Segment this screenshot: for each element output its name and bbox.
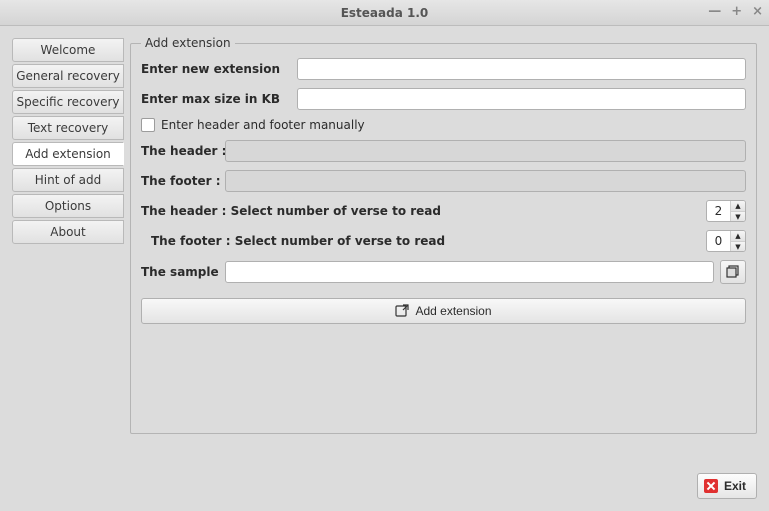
max-size-input[interactable] <box>297 88 746 110</box>
sidebar: Welcome General recovery Specific recove… <box>12 36 124 465</box>
footer-verse-value: 0 <box>707 231 731 251</box>
footer-label: The footer : <box>141 174 219 188</box>
window-title: Esteaada 1.0 <box>341 6 429 20</box>
footer-verse-label: The footer : Select number of verse to r… <box>151 234 554 248</box>
add-icon <box>395 304 409 318</box>
add-extension-button[interactable]: Add extension <box>141 298 746 324</box>
new-extension-input[interactable] <box>297 58 746 80</box>
header-verse-value: 2 <box>707 201 731 221</box>
chevron-down-icon[interactable]: ▼ <box>731 212 745 222</box>
window-controls: — + × <box>708 4 763 19</box>
app-window: Esteaada 1.0 — + × Welcome General recov… <box>0 0 769 511</box>
client-area: Welcome General recovery Specific recove… <box>0 26 769 511</box>
sidebar-item-specific-recovery[interactable]: Specific recovery <box>12 90 124 114</box>
exit-button[interactable]: Exit <box>697 473 757 499</box>
main-panel: Add extension Enter new extension Enter … <box>130 36 757 465</box>
exit-button-label: Exit <box>724 479 746 493</box>
minimize-icon[interactable]: — <box>708 4 721 19</box>
sidebar-item-hint-of-add[interactable]: Hint of add <box>12 168 124 192</box>
maximize-icon[interactable]: + <box>731 4 742 19</box>
header-label: The header : <box>141 144 219 158</box>
max-size-label: Enter max size in KB <box>141 92 291 106</box>
sidebar-item-about[interactable]: About <box>12 220 124 244</box>
footer-verse-stepper[interactable]: 0 ▲ ▼ <box>706 230 746 252</box>
sample-input[interactable] <box>225 261 714 283</box>
sidebar-item-add-extension[interactable]: Add extension <box>12 142 124 166</box>
browse-sample-button[interactable] <box>720 260 746 284</box>
new-extension-label: Enter new extension <box>141 62 291 76</box>
sidebar-item-text-recovery[interactable]: Text recovery <box>12 116 124 140</box>
chevron-up-icon[interactable]: ▲ <box>731 231 745 242</box>
sample-label: The sample <box>141 265 219 279</box>
chevron-down-icon[interactable]: ▼ <box>731 242 745 252</box>
header-verse-stepper[interactable]: 2 ▲ ▼ <box>706 200 746 222</box>
footer-input <box>225 170 746 192</box>
header-verse-label: The header : Select number of verse to r… <box>141 204 554 218</box>
manual-checkbox[interactable]: Enter header and footer manually <box>141 118 365 132</box>
add-extension-button-label: Add extension <box>415 304 491 318</box>
footer-bar: Exit <box>12 473 757 499</box>
titlebar: Esteaada 1.0 — + × <box>0 0 769 26</box>
sidebar-item-options[interactable]: Options <box>12 194 124 218</box>
group-legend: Add extension <box>141 36 235 50</box>
manual-checkbox-label: Enter header and footer manually <box>161 118 365 132</box>
close-red-icon <box>704 479 718 493</box>
checkbox-icon <box>141 118 155 132</box>
main-row: Welcome General recovery Specific recove… <box>12 36 757 465</box>
copy-icon <box>726 265 740 279</box>
sidebar-item-welcome[interactable]: Welcome <box>12 38 124 62</box>
header-input <box>225 140 746 162</box>
sidebar-item-general-recovery[interactable]: General recovery <box>12 64 124 88</box>
chevron-up-icon[interactable]: ▲ <box>731 201 745 212</box>
add-extension-group: Add extension Enter new extension Enter … <box>130 36 757 434</box>
close-icon[interactable]: × <box>752 4 763 19</box>
